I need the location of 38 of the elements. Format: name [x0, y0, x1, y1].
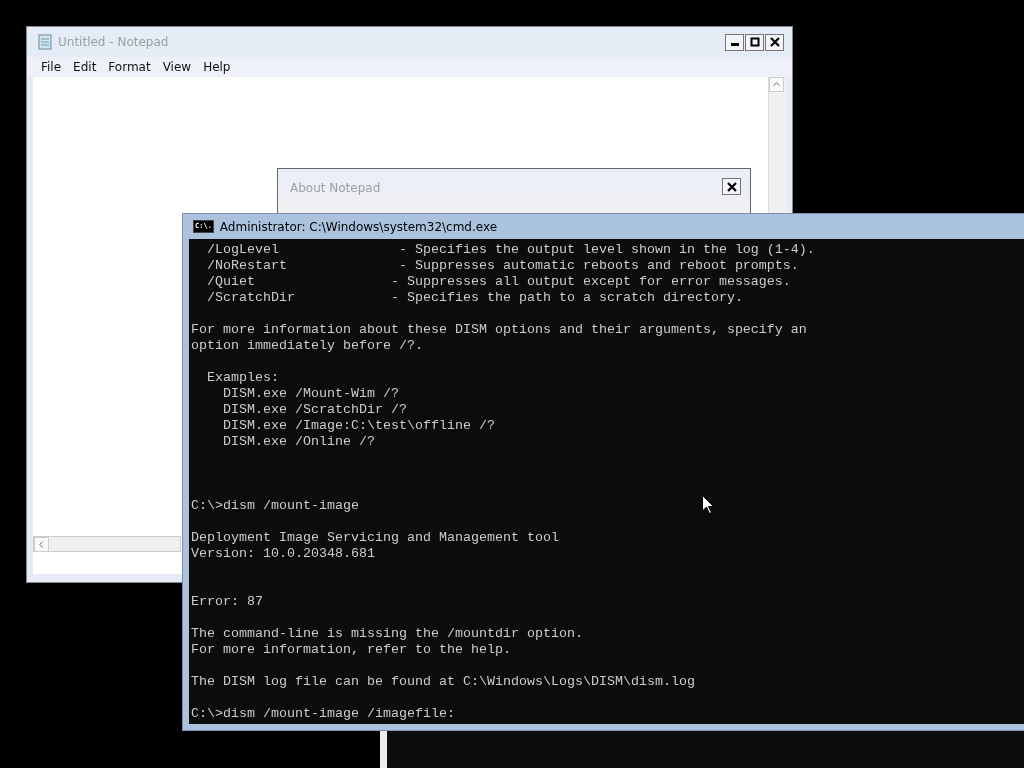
console-line: Version: 10.0.20348.681 — [191, 546, 375, 562]
console-line: The command-line is missing the /mountdir option. — [191, 626, 583, 642]
close-button[interactable] — [722, 178, 741, 195]
close-button[interactable] — [765, 33, 784, 51]
menu-item[interactable]: Help — [197, 57, 237, 77]
console-line: DISM.exe /Online /? — [222, 434, 375, 450]
vertical-scrollbar[interactable] — [768, 77, 786, 213]
console-line: Error: 87 — [191, 594, 263, 610]
window-title: Administrator: C:\Windows\system32\cmd.exe — [219, 219, 498, 234]
console-line: DISM.exe /ScratchDir /? — [222, 402, 407, 418]
console-line: Examples: — [206, 370, 279, 386]
console-line: The DISM log file can be found at C:\Windows\Logs\DISM\dism.log — [191, 674, 695, 690]
menu-item[interactable]: View — [156, 57, 198, 77]
console-line: For more information, refer to the help. — [191, 642, 511, 658]
window-title: Untitled - Notepad — [58, 35, 169, 49]
console-line: DISM.exe /Mount-Wim /? — [222, 386, 399, 402]
console-line: /LogLevel - Specifies the output level shown in the log (1-4). — [206, 242, 815, 258]
maximize-button[interactable] — [745, 33, 764, 51]
notepad-icon — [37, 34, 53, 50]
console-line: For more information about these DISM options and their arguments, specify an — [191, 322, 807, 338]
console-line: /NoRestart - Suppresses automatic reboots and reboot prompts. — [206, 258, 799, 274]
pointer-icon — [702, 495, 714, 514]
console-line: /Quiet - Suppresses all output except for error messages. — [206, 274, 791, 290]
horizontal-scrollbar[interactable] — [33, 536, 181, 552]
close-icon — [769, 37, 780, 47]
minimize-button[interactable] — [725, 33, 744, 51]
menu-item[interactable]: Edit — [67, 57, 103, 77]
console-line: Deployment Image Servicing and Management tool — [191, 530, 559, 546]
dialog-title: About Notepad — [290, 181, 381, 195]
menu-item[interactable]: Format — [102, 57, 157, 77]
console-line: DISM.exe /Image:C:\test\offline /? — [222, 418, 495, 434]
menu-item[interactable]: File — [35, 57, 68, 77]
console-line: /ScratchDir - Specifies the path to a scratch directory. — [206, 290, 743, 306]
console-line: option immediately before /?. — [191, 338, 423, 354]
console-line: C:\>dism /mount-image — [191, 498, 359, 514]
console-line: C:\>dism /mount-image /imagefile: — [191, 706, 455, 722]
maximize-icon — [749, 37, 760, 47]
close-icon — [726, 181, 737, 192]
